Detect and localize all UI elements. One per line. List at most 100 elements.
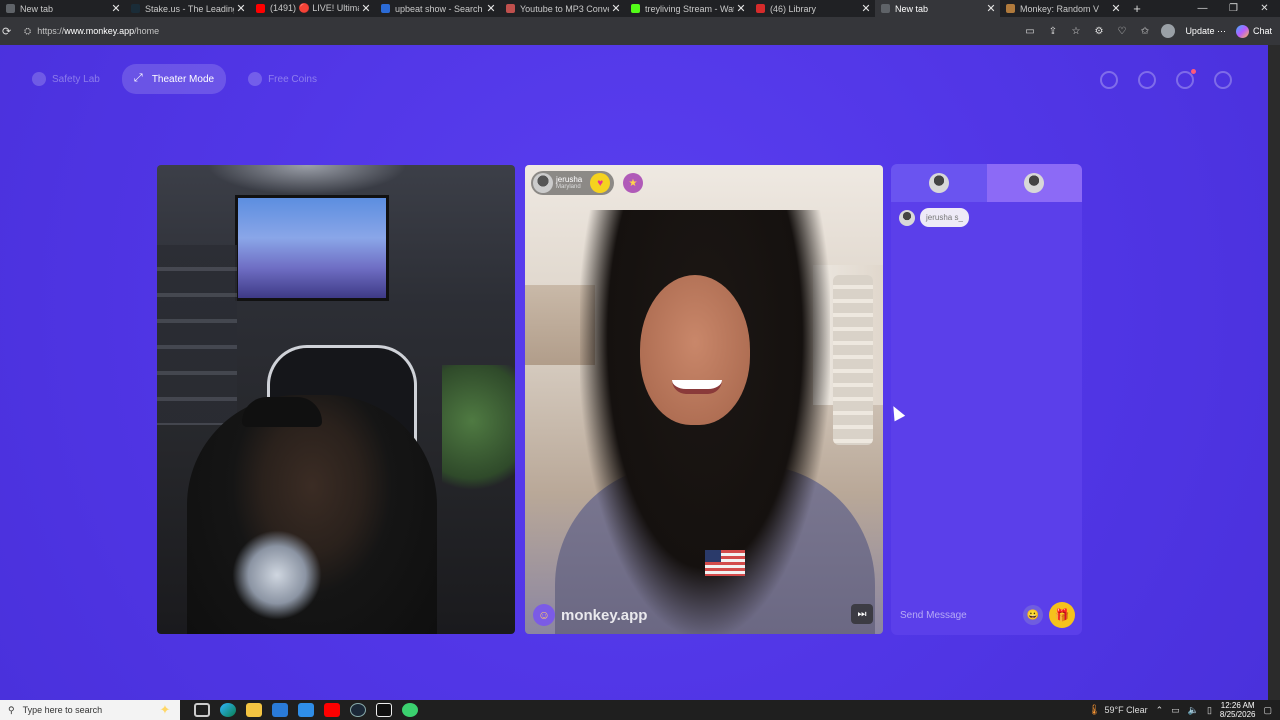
edge-icon[interactable] bbox=[220, 703, 236, 717]
tab-close-icon[interactable]: ✕ bbox=[609, 2, 623, 15]
tab-close-icon[interactable]: ✕ bbox=[359, 2, 373, 15]
local-video bbox=[157, 165, 515, 634]
free-coins-label: Free Coins bbox=[268, 73, 317, 85]
chat-panel: jerusha s_ Send Message 😀 🎁 bbox=[891, 164, 1082, 635]
heart-icon[interactable]: ♥ bbox=[590, 173, 611, 193]
network-icon[interactable]: ▭ bbox=[1171, 705, 1180, 716]
browser-tab[interactable]: Monkey: Random V ✕ bbox=[1000, 0, 1125, 17]
weather-widget[interactable]: 🌡 59°F Clear bbox=[1088, 705, 1148, 716]
taskbar-search-placeholder: Type here to search bbox=[22, 705, 103, 715]
send-message-input[interactable]: Send Message bbox=[891, 610, 1023, 621]
tab-favicon-icon bbox=[6, 4, 15, 13]
tab-close-icon[interactable]: ✕ bbox=[1109, 2, 1123, 15]
update-label: Update bbox=[1185, 25, 1215, 36]
tab-close-icon[interactable]: ✕ bbox=[109, 2, 123, 15]
coins-icon bbox=[248, 72, 263, 86]
browser-tab[interactable]: (1491) 🔴 LIVE! Ultimate✕ bbox=[250, 0, 375, 17]
steam-icon[interactable] bbox=[350, 703, 366, 717]
favorite-star-icon[interactable]: ☆ bbox=[1069, 26, 1082, 37]
browser-tab[interactable]: Youtube to MP3 Convert ✕ bbox=[500, 0, 625, 17]
browser-essentials-icon[interactable]: ♡ bbox=[1115, 26, 1128, 37]
favorites-icon[interactable]: ✩ bbox=[1138, 26, 1151, 37]
tab-close-icon[interactable]: ✕ bbox=[484, 2, 498, 15]
browser-tab[interactable]: New tab ✕ bbox=[0, 0, 125, 17]
camera-icon[interactable]: ▭ bbox=[1023, 26, 1036, 37]
taskbar-apps bbox=[194, 703, 418, 717]
gift-badge-icon[interactable]: ★ bbox=[623, 173, 643, 193]
coin-balance-icon[interactable] bbox=[1100, 71, 1118, 89]
taskbar-search[interactable]: ⚲ Type here to search bbox=[0, 700, 150, 720]
wall-tv bbox=[235, 195, 389, 301]
message-avatar bbox=[899, 209, 915, 226]
url-path: /home bbox=[134, 26, 160, 36]
file-explorer-icon[interactable] bbox=[246, 703, 262, 717]
chat-input-bar: Send Message 😀 🎁 bbox=[891, 595, 1082, 635]
task-view-icon[interactable] bbox=[194, 703, 210, 717]
chat-tab-self[interactable] bbox=[986, 164, 1082, 202]
emoji-icon[interactable]: 😀 bbox=[1023, 605, 1043, 625]
browser-tab[interactable]: treyliving Stream - Watch✕ bbox=[625, 0, 750, 17]
tab-favicon-icon bbox=[506, 4, 515, 13]
safety-lab-label: Safety Lab bbox=[52, 73, 100, 85]
tab-close-icon[interactable]: ✕ bbox=[234, 2, 248, 15]
new-tab-icon[interactable]: + bbox=[1125, 1, 1149, 16]
minimize-icon[interactable]: — bbox=[1187, 0, 1218, 17]
skip-button[interactable]: ⏭ bbox=[851, 604, 873, 624]
messages-icon[interactable] bbox=[1176, 69, 1196, 89]
plant bbox=[442, 365, 515, 505]
free-coins-button[interactable]: Free Coins bbox=[236, 67, 329, 91]
close-window-icon[interactable]: ✕ bbox=[1249, 0, 1280, 17]
theater-mode-button[interactable]: ⤢ Theater Mode bbox=[121, 64, 227, 94]
remote-user-chip[interactable]: jerusha Maryland ♥ bbox=[531, 171, 615, 195]
mail-icon[interactable] bbox=[298, 703, 314, 717]
headboard bbox=[833, 275, 873, 445]
xbox-icon[interactable] bbox=[402, 703, 418, 717]
gift-icon[interactable]: 🎁 bbox=[1049, 602, 1075, 628]
safety-lab-button[interactable]: Safety Lab bbox=[20, 67, 112, 91]
chat-tab-avatar bbox=[1024, 173, 1045, 193]
brand-watermark: ☺ monkey.app bbox=[533, 604, 647, 626]
profile-avatar[interactable] bbox=[1161, 24, 1176, 38]
browser-tab[interactable]: Stake.us - The Leading ✕ bbox=[125, 0, 250, 17]
smile bbox=[672, 380, 722, 394]
chat-label: Chat bbox=[1252, 26, 1272, 36]
url-prefix: https:// bbox=[37, 26, 65, 36]
copilot-icon bbox=[1235, 24, 1249, 38]
browser-tab-active[interactable]: New tab ✕ bbox=[875, 0, 1000, 17]
scrollbar[interactable] bbox=[1268, 45, 1280, 700]
tab-close-icon[interactable]: ✕ bbox=[984, 2, 998, 15]
capcut-icon[interactable] bbox=[376, 703, 392, 717]
battery-icon[interactable]: ▯ bbox=[1207, 705, 1212, 716]
restore-icon[interactable]: ❐ bbox=[1218, 0, 1249, 17]
reload-icon[interactable]: ⟳ bbox=[2, 25, 16, 38]
monkey-logo-icon: ☺ bbox=[533, 604, 555, 626]
browser-tab-strip: New tab ✕ Stake.us - The Leading ✕ (1491) … bbox=[0, 0, 1280, 17]
tab-title: (1491) 🔴 LIVE! Ultimate bbox=[270, 3, 359, 13]
site-info-icon[interactable]: ⛭ bbox=[24, 26, 31, 37]
notification-dot bbox=[1191, 69, 1196, 74]
chat-tab-remote[interactable] bbox=[891, 164, 987, 202]
copilot-chat-button[interactable]: Chat bbox=[1235, 24, 1272, 38]
expand-icon: ⤢ bbox=[133, 72, 143, 84]
notification-icon[interactable]: ▢ bbox=[1263, 705, 1272, 716]
remote-user-avatar bbox=[533, 173, 553, 193]
tray-chevron-icon[interactable]: ⌃ bbox=[1156, 705, 1164, 716]
url-field[interactable]: ⛭ https://www.monkey.app/home bbox=[24, 21, 984, 41]
update-button[interactable]: Update ⋯ bbox=[1185, 26, 1226, 37]
youtube-icon[interactable] bbox=[324, 703, 340, 717]
volume-icon[interactable]: 🔈 bbox=[1188, 705, 1199, 716]
share-icon[interactable]: ⇪ bbox=[1046, 26, 1059, 37]
tab-close-icon[interactable]: ✕ bbox=[859, 2, 873, 15]
extensions-icon[interactable]: ⚙ bbox=[1092, 26, 1105, 37]
browser-tab[interactable]: (46) Library ✕ bbox=[750, 0, 875, 17]
store-icon[interactable] bbox=[272, 703, 288, 717]
browser-tab[interactable]: upbeat show - Search ✕ bbox=[375, 0, 500, 17]
history-icon[interactable] bbox=[1138, 71, 1156, 89]
clock[interactable]: 12:26 AM 8/25/2026 bbox=[1220, 701, 1256, 719]
url-host: www.monkey.app bbox=[64, 26, 135, 36]
ceiling-light bbox=[207, 165, 407, 195]
search-highlight-icon[interactable]: ✦ bbox=[150, 700, 180, 720]
profile-icon[interactable] bbox=[1214, 71, 1232, 89]
tab-favicon-icon bbox=[881, 4, 890, 13]
tab-close-icon[interactable]: ✕ bbox=[734, 2, 748, 15]
